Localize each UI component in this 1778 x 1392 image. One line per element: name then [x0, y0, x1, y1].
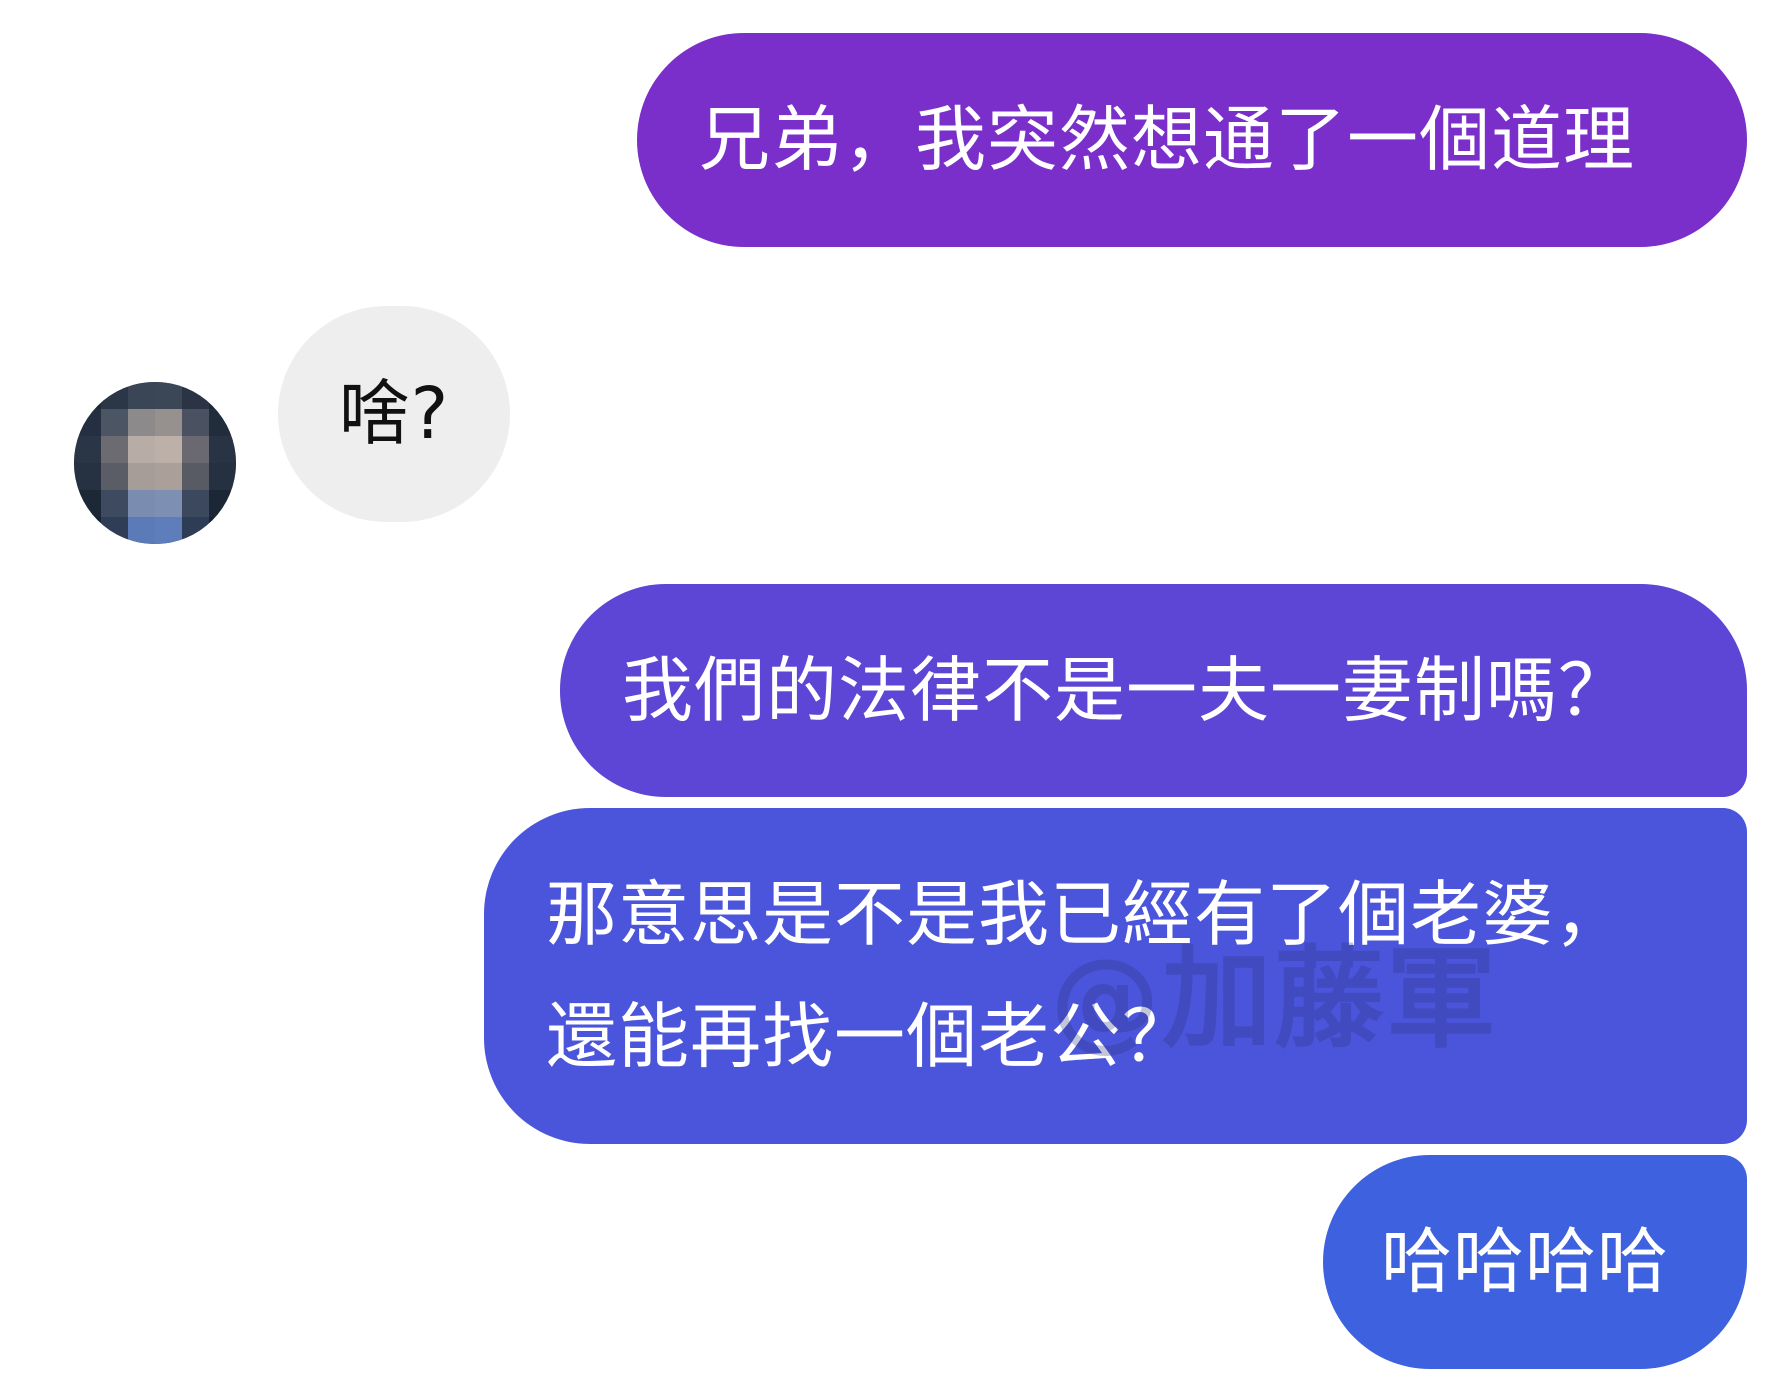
- avatar-pixel: [155, 517, 182, 544]
- message-text-line: 還能再找一個老公？: [546, 995, 1195, 1078]
- avatar-pixel: [128, 409, 155, 436]
- message-text-line: 那意思是不是我已經有了個老婆，: [546, 873, 1627, 956]
- avatar-pixel: [209, 409, 236, 436]
- avatar-pixel: [182, 436, 209, 463]
- outgoing-message-bubble[interactable]: 哈哈哈哈: [1323, 1155, 1747, 1369]
- avatar-pixel: [182, 490, 209, 517]
- message-text: 我們的法律不是一夫一妻制嗎？: [622, 649, 1631, 732]
- avatar-pixel: [155, 490, 182, 517]
- avatar-pixel: [182, 517, 209, 544]
- avatar-pixel: [128, 517, 155, 544]
- avatar-pixel: [209, 517, 236, 544]
- avatar-pixel: [74, 436, 101, 463]
- outgoing-message-bubble[interactable]: 那意思是不是我已經有了個老婆， 還能再找一個老公？: [484, 808, 1747, 1144]
- avatar-pixel: [101, 409, 128, 436]
- avatar-pixel: [101, 463, 128, 490]
- avatar-pixel: [182, 382, 209, 409]
- avatar-pixel: [128, 490, 155, 517]
- message-text: 兄弟，我突然想通了一個道理: [699, 98, 1636, 181]
- avatar-pixel: [209, 463, 236, 490]
- avatar-pixel: [209, 382, 236, 409]
- outgoing-message-bubble[interactable]: 兄弟，我突然想通了一個道理: [637, 33, 1747, 247]
- avatar-pixel: [209, 436, 236, 463]
- message-text: 啥?: [338, 372, 450, 455]
- avatar-pixel: [155, 409, 182, 436]
- avatar-pixel: [101, 490, 128, 517]
- incoming-message-bubble[interactable]: 啥?: [278, 306, 510, 522]
- avatar-pixel: [182, 463, 209, 490]
- outgoing-message-bubble[interactable]: 我們的法律不是一夫一妻制嗎？: [560, 584, 1747, 797]
- avatar-pixel: [101, 517, 128, 544]
- avatar-pixel: [209, 490, 236, 517]
- avatar-pixel: [155, 463, 182, 490]
- avatar-pixel: [128, 382, 155, 409]
- contact-avatar[interactable]: [74, 382, 236, 544]
- avatar-pixel: [74, 490, 101, 517]
- avatar-pixel: [74, 517, 101, 544]
- chat-thread: 兄弟，我突然想通了一個道理 啥? 我們的法律不是一夫一妻制嗎？ 那意思是不是我已…: [0, 0, 1778, 1392]
- avatar-pixel: [74, 463, 101, 490]
- message-text: 哈哈哈哈: [1381, 1220, 1670, 1303]
- avatar-pixel: [101, 436, 128, 463]
- avatar-pixel: [74, 382, 101, 409]
- avatar-pixel: [128, 463, 155, 490]
- avatar-pixel: [182, 409, 209, 436]
- avatar-pixel: [155, 436, 182, 463]
- avatar-pixel: [155, 382, 182, 409]
- avatar-pixel: [128, 436, 155, 463]
- avatar-pixel: [74, 409, 101, 436]
- avatar-pixel: [101, 382, 128, 409]
